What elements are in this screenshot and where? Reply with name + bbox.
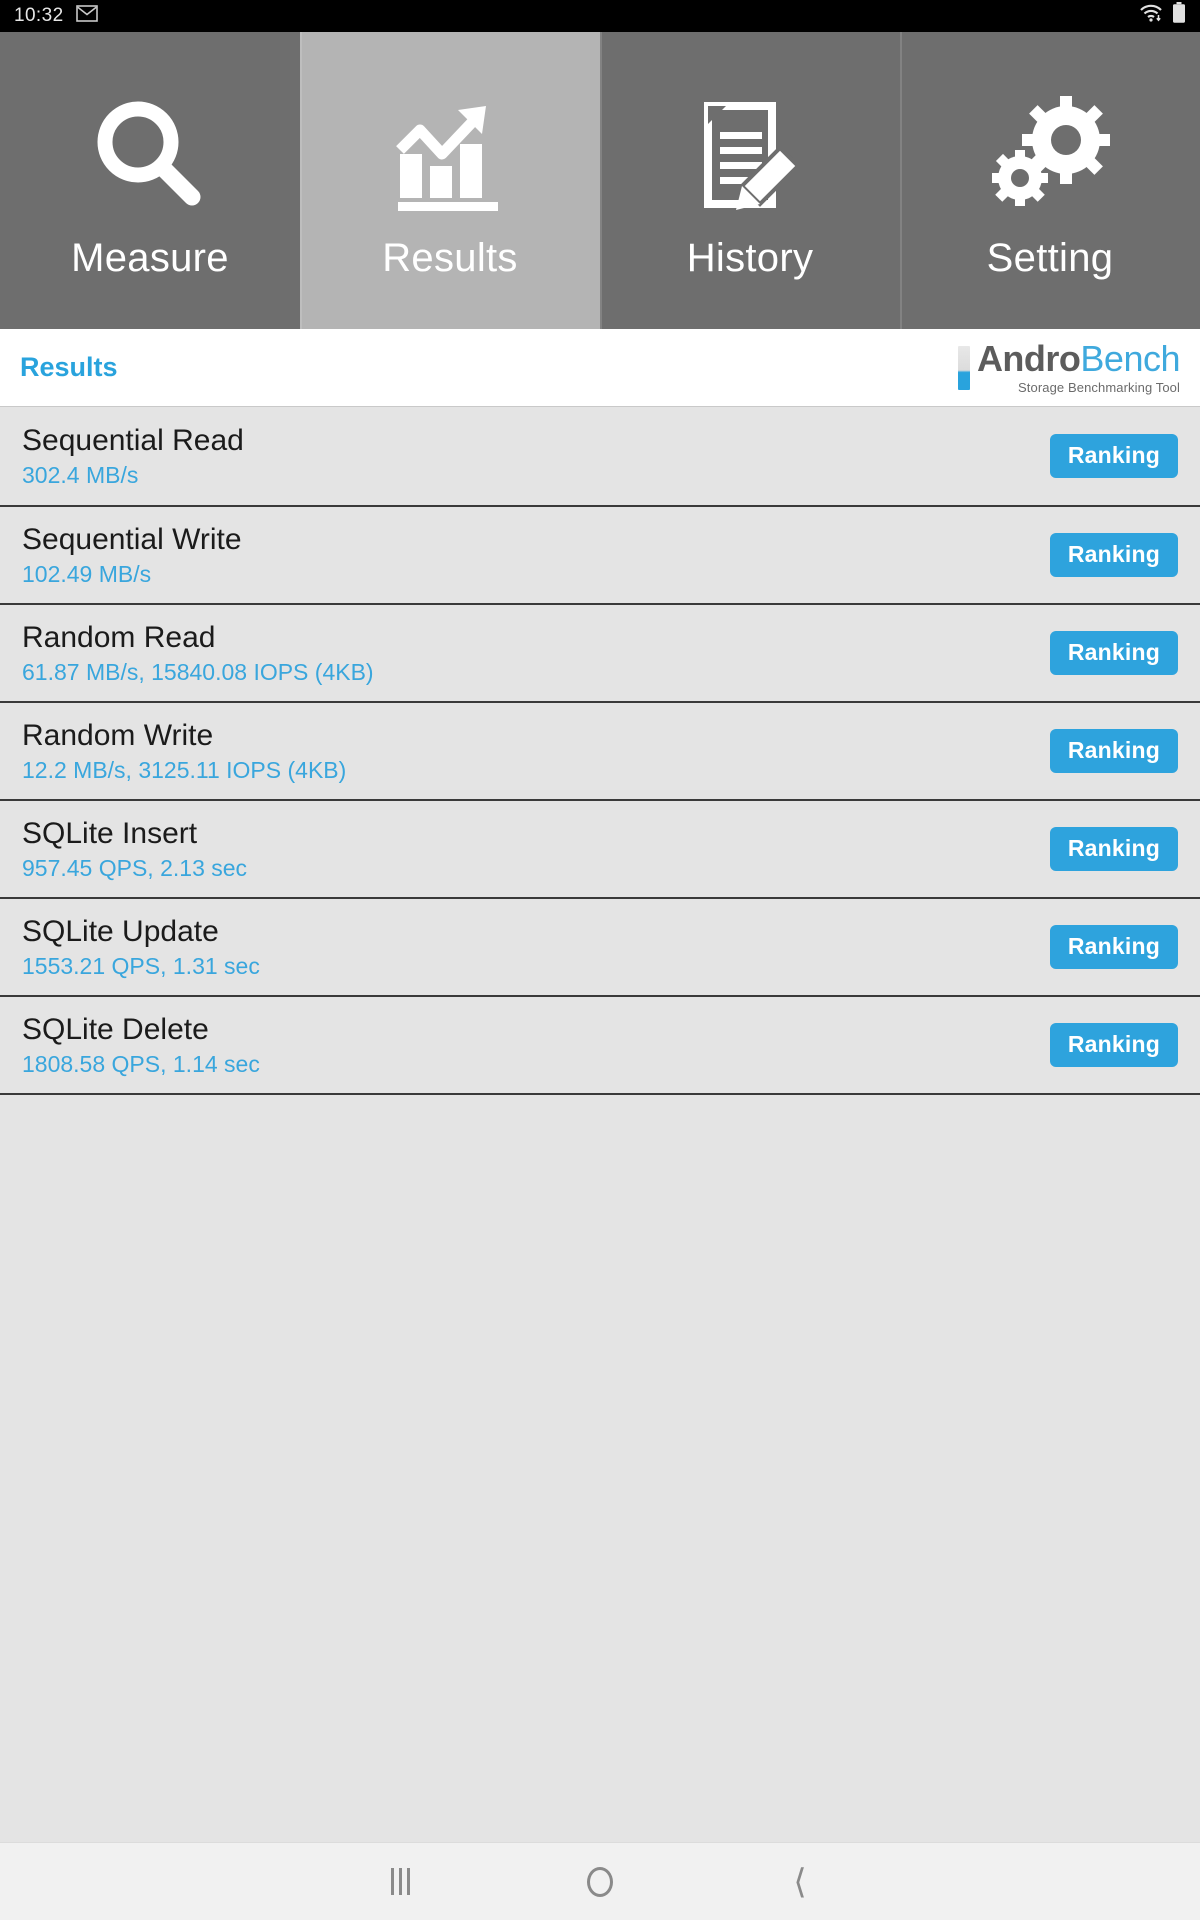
home-icon [587,1866,613,1897]
result-value: 102.49 MB/s [22,561,152,588]
result-value: 1808.58 QPS, 1.14 sec [22,1051,260,1078]
result-title: SQLite Insert [22,816,198,850]
nav-back-button[interactable]: ⟨ [700,1843,900,1920]
tab-results-label: Results [382,236,518,280]
result-value: 61.87 MB/s, 15840.08 IOPS (4KB) [22,659,374,686]
tab-setting-label: Setting [986,236,1114,280]
table-row[interactable]: Sequential Read 302.4 MB/s Ranking [0,407,1200,505]
bar-chart-trend-icon [386,80,514,220]
tab-results[interactable]: Results [300,32,600,329]
main-tab-bar: Measure Results History Setting [0,32,1200,329]
page-header: Results AndroBench Storage Benchmarking … [0,329,1200,407]
logo-name: AndroBench [976,338,1181,379]
logo-bar-icon [957,345,970,390]
result-title: SQLite Update [22,914,219,948]
ranking-button[interactable]: Ranking [1049,1023,1178,1067]
table-row[interactable]: Sequential Write 102.49 MB/s Ranking [0,505,1200,603]
ranking-button[interactable]: Ranking [1049,827,1178,871]
android-nav-bar: ⟨ [0,1842,1200,1920]
result-title: Sequential Write [22,522,242,556]
page-title: Results [20,352,118,382]
empty-list-area [0,1095,1200,1920]
tab-measure[interactable]: Measure [0,32,300,329]
status-bar-right [1138,2,1186,30]
table-row[interactable]: SQLite Update 1553.21 QPS, 1.31 sec Rank… [0,897,1200,995]
result-value: 302.4 MB/s [22,462,139,489]
androbench-logo: AndroBench Storage Benchmarking Tool [957,338,1181,395]
table-row[interactable]: Random Write 12.2 MB/s, 3125.11 IOPS (4K… [0,701,1200,799]
result-value: 957.45 QPS, 2.13 sec [22,855,248,882]
status-bar-left: 10:32 [14,4,98,28]
result-texts: SQLite Insert 957.45 QPS, 2.13 sec [22,817,247,882]
result-texts: Random Read 61.87 MB/s, 15840.08 IOPS (4… [22,621,374,686]
result-title: Sequential Read [22,423,244,457]
magnifier-icon [86,80,214,220]
app-frame: 10:32 Measure Results History Setting Re… [0,0,1200,1920]
document-pencil-icon [686,80,814,220]
result-value: 12.2 MB/s, 3125.11 IOPS (4KB) [22,757,347,784]
result-texts: Sequential Read 302.4 MB/s [22,424,244,489]
tab-history[interactable]: History [600,32,900,329]
ranking-button[interactable]: Ranking [1049,729,1178,773]
logo-name-part1: Andro [976,338,1081,379]
status-bar: 10:32 [0,0,1200,32]
result-texts: Sequential Write 102.49 MB/s [22,523,242,588]
gears-icon [986,80,1114,220]
status-clock: 10:32 [14,5,64,26]
result-title: Random Write [22,718,214,752]
table-row[interactable]: Random Read 61.87 MB/s, 15840.08 IOPS (4… [0,603,1200,701]
result-texts: SQLite Delete 1808.58 QPS, 1.14 sec [22,1013,260,1078]
result-title: SQLite Delete [22,1012,209,1046]
result-texts: SQLite Update 1553.21 QPS, 1.31 sec [22,915,260,980]
logo-text: AndroBench Storage Benchmarking Tool [976,338,1181,395]
nav-recents-button[interactable] [300,1843,500,1920]
tab-measure-label: Measure [71,236,229,280]
tab-setting[interactable]: Setting [900,32,1200,329]
result-texts: Random Write 12.2 MB/s, 3125.11 IOPS (4K… [22,719,346,784]
ranking-button[interactable]: Ranking [1049,925,1178,969]
table-row[interactable]: SQLite Delete 1808.58 QPS, 1.14 sec Rank… [0,995,1200,1093]
battery-icon [1172,2,1186,30]
nav-home-button[interactable] [500,1843,700,1920]
recents-icon [390,1868,410,1895]
result-title: Random Read [22,620,216,654]
ranking-button[interactable]: Ranking [1049,631,1178,675]
wifi-icon [1138,3,1164,29]
tab-history-label: History [686,236,814,280]
result-value: 1553.21 QPS, 1.31 sec [22,953,260,980]
logo-name-part2: Bench [1080,338,1180,379]
ranking-button[interactable]: Ranking [1049,434,1178,478]
back-icon: ⟨ [793,1861,807,1902]
results-list: Sequential Read 302.4 MB/s Ranking Seque… [0,407,1200,1095]
ranking-button[interactable]: Ranking [1049,533,1178,577]
table-row[interactable]: SQLite Insert 957.45 QPS, 2.13 sec Ranki… [0,799,1200,897]
logo-tagline: Storage Benchmarking Tool [1018,380,1180,395]
gmail-icon [75,4,98,28]
